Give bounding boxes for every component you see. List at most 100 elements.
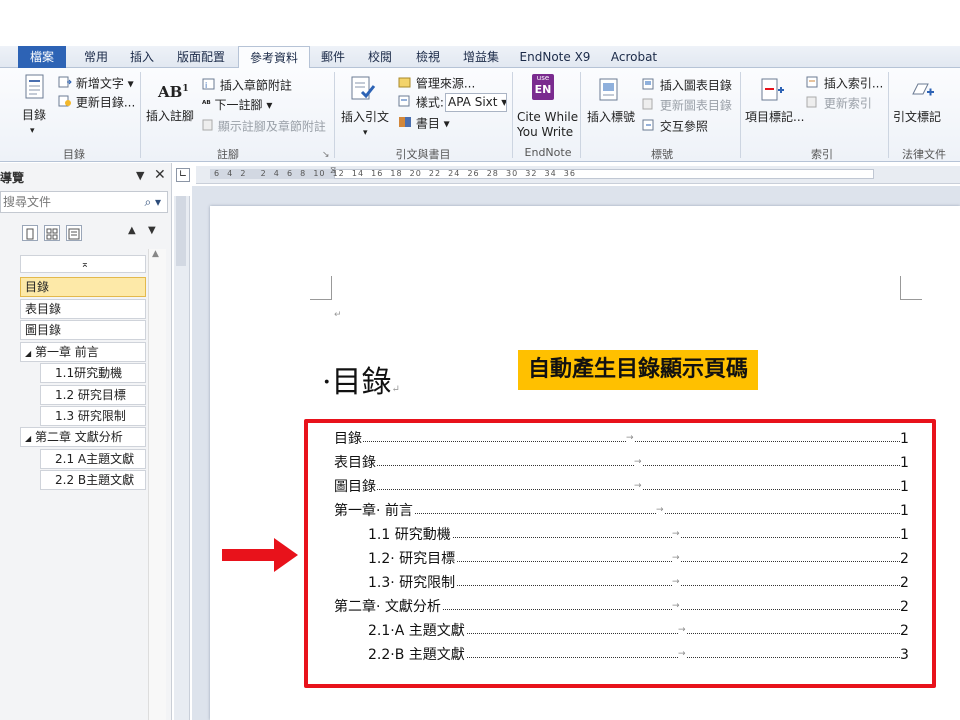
tab-acrobat[interactable]: Acrobat — [604, 46, 664, 68]
toc-entry-text: 目錄 — [334, 428, 363, 450]
toc-entry-text: 圖目錄 — [334, 476, 377, 498]
tab-home[interactable]: 常用 — [76, 46, 116, 68]
nav-item-chapter-2[interactable]: ◢ 第二章 文獻分析 — [20, 427, 146, 447]
toc-entry-text: 2.1·A 主題文獻 — [368, 620, 466, 642]
next-footnote-button[interactable]: ᴬᴮ 下一註腳 ▾ — [202, 98, 272, 113]
toc-entry[interactable]: 2.2·B 主題文獻 → 3 — [368, 643, 912, 666]
tab-selector[interactable]: ∟ — [176, 168, 190, 182]
tab-endnote[interactable]: EndNote X9 — [514, 46, 596, 68]
toc-entry[interactable]: 1.3· 研究限制 → 2 — [368, 571, 912, 594]
insert-citation-label: 插入引文 — [341, 110, 390, 124]
toc-entry[interactable]: 第二章· 文獻分析 → 2 — [334, 595, 912, 618]
tab-file[interactable]: 檔案 — [18, 46, 66, 68]
toc-entry-page: 2 — [900, 572, 912, 594]
bibliography-label: 書目 — [415, 116, 440, 131]
update-toc-button[interactable]: 更新目錄... — [58, 95, 135, 111]
tab-insert[interactable]: 插入 — [124, 46, 160, 68]
tab-addins[interactable]: 增益集 — [456, 46, 506, 68]
toc-entry-page: 1 — [900, 476, 912, 498]
tab-view[interactable]: 檢視 — [408, 46, 448, 68]
tab-mark-icon: → — [672, 595, 680, 617]
update-toc-label: 更新目錄... — [75, 95, 136, 110]
toc-leader-dots — [334, 513, 900, 514]
scroll-up-icon[interactable]: ▲ — [152, 249, 159, 259]
group-label-toc: 目錄 — [63, 148, 85, 161]
update-index-button[interactable]: 更新索引 — [806, 96, 872, 112]
insert-endnote-button[interactable]: i 插入章節附註 — [202, 78, 292, 94]
expand-triangle-icon[interactable]: ◢ — [25, 349, 31, 358]
headings-view-icon — [26, 228, 34, 240]
tab-layout[interactable]: 版面配置 — [168, 46, 234, 68]
horizontal-ruler[interactable]: 6 4 2 2 4 6 8 10 12 14 16 18 20 22 24 26… — [196, 166, 960, 184]
indent-marker-icon[interactable]: ⧖ — [330, 166, 336, 176]
update-toc-icon — [58, 95, 72, 111]
toc-entry[interactable]: 第一章· 前言 → 1 — [334, 499, 912, 522]
nav-item-chapter-1[interactable]: ◢ 第一章 前言 — [20, 342, 146, 362]
nav-item-1-2[interactable]: 1.2 研究目標 — [40, 385, 146, 405]
red-arrow-icon — [222, 538, 300, 576]
toc-entry-text: 第一章· 前言 — [334, 500, 414, 522]
nav-item-1-3[interactable]: 1.3 研究限制 — [40, 406, 146, 426]
vertical-ruler[interactable] — [174, 196, 190, 720]
add-text-button[interactable]: 新增文字 ▾ — [58, 76, 134, 92]
nav-item-1-1[interactable]: 1.1研究動機 — [40, 363, 146, 383]
nav-item-toc[interactable]: 目錄 — [20, 277, 146, 297]
group-separator — [740, 72, 741, 158]
cross-reference-button[interactable]: 交互參照 — [642, 119, 708, 135]
group-separator — [512, 72, 513, 158]
nav-item-figure-list[interactable]: 圖目錄 — [20, 320, 146, 340]
insert-endnote-icon: i — [202, 78, 216, 94]
nav-search-input[interactable]: 搜尋文件 ⌕ ▾ — [0, 191, 168, 213]
ruler-numbers: 6 4 2 2 4 6 8 10 12 14 16 18 20 22 24 26… — [214, 169, 576, 178]
toc-entry[interactable]: 圖目錄 → 1 — [334, 475, 912, 498]
tab-references[interactable]: 參考資料 — [238, 46, 310, 69]
nav-pages-view-button[interactable] — [44, 225, 60, 241]
manage-sources-button[interactable]: 管理來源... — [398, 76, 475, 92]
toc-entry[interactable]: 目錄 → 1 — [334, 427, 912, 450]
chevron-down-icon: ▾ — [30, 126, 35, 136]
toc-leader-dots — [334, 465, 900, 466]
close-icon[interactable]: ✕ — [154, 167, 166, 183]
nav-down-arrow-icon[interactable]: ▼ — [148, 225, 156, 236]
toc-entry-text: 1.2· 研究目標 — [368, 548, 457, 570]
insert-table-of-figures-label: 插入圖表目錄 — [659, 78, 732, 93]
insert-index-button[interactable]: 插入索引... — [806, 76, 883, 92]
tab-review[interactable]: 校閱 — [360, 46, 400, 68]
toc-entry-text: 表目錄 — [334, 452, 377, 474]
nav-headings-view-button[interactable] — [22, 225, 38, 241]
show-notes-button[interactable]: 顯示註腳及章節附註 — [202, 119, 326, 135]
nav-scrollbar[interactable]: ▲ — [148, 249, 166, 720]
toc-heading[interactable]: ·目錄↵ — [322, 357, 400, 401]
toc-entry[interactable]: 1.2· 研究目標 → 2 — [368, 547, 912, 570]
nav-collapse-handle[interactable]: ⌅ — [20, 255, 146, 273]
insert-index-label: 插入索引... — [823, 76, 884, 91]
group-separator — [140, 72, 141, 158]
insert-table-of-figures-button[interactable]: 插入圖表目錄 — [642, 78, 732, 94]
group-label-endnote: EndNote — [524, 146, 572, 159]
nav-options-icon[interactable]: ▼ — [136, 169, 144, 182]
show-notes-label: 顯示註腳及章節附註 — [217, 119, 326, 134]
nav-item-2-1[interactable]: 2.1 A主題文獻 — [40, 449, 146, 469]
bibliography-button[interactable]: 書目 ▾ — [398, 116, 450, 132]
tab-mailings[interactable]: 郵件 — [314, 46, 352, 68]
style-label: 樣式: — [415, 95, 444, 110]
nav-item-2-2[interactable]: 2.2 B主題文獻 — [40, 470, 146, 490]
nav-up-arrow-icon[interactable]: ▲ — [128, 225, 136, 236]
style-selector[interactable]: 樣式: — [398, 95, 444, 111]
expand-triangle-icon[interactable]: ◢ — [25, 434, 31, 443]
search-icon[interactable]: ⌕ ▾ — [144, 192, 161, 212]
style-dropdown[interactable]: APA Sixt ▾ — [445, 93, 507, 112]
nav-item-table-list[interactable]: 表目錄 — [20, 299, 146, 319]
tab-mark-icon: → — [672, 523, 680, 545]
nav-results-view-button[interactable] — [66, 225, 82, 241]
update-table-button[interactable]: 更新圖表目錄 — [642, 98, 732, 114]
dialog-launcher-icon[interactable]: ↘ — [322, 148, 330, 163]
toc-entry[interactable]: 2.1·A 主題文獻 → 2 — [368, 619, 912, 642]
update-table-label: 更新圖表目錄 — [659, 98, 732, 113]
mark-entry-icon — [761, 78, 784, 101]
ribbon-tab-bar: 檔案 常用 插入 版面配置 參考資料 郵件 校閱 檢視 增益集 EndNote … — [0, 46, 960, 69]
toc-entry[interactable]: 表目錄 → 1 — [334, 451, 912, 474]
cross-reference-label: 交互參照 — [659, 119, 708, 134]
toc-entry[interactable]: 1.1 研究動機 → 1 — [368, 523, 912, 546]
toc-entry-text: 第二章· 文獻分析 — [334, 596, 442, 618]
